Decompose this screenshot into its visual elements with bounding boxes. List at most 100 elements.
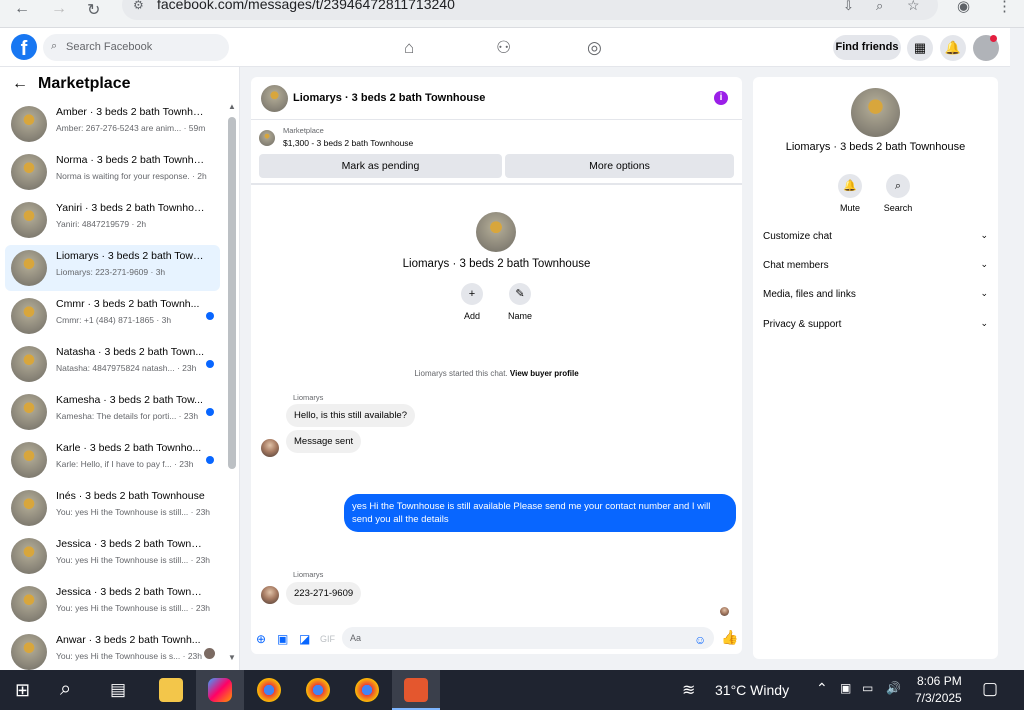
scroll-down-icon[interactable]: ▼ — [228, 653, 236, 662]
sender-avatar[interactable] — [261, 586, 279, 604]
plus-circle-icon[interactable]: ⊕ — [256, 632, 266, 646]
media-files-section[interactable]: Media, files and links ⌄ — [763, 288, 988, 300]
forward-icon[interactable]: → — [51, 0, 67, 18]
center-chat-name: Liomarys · 3 beds 2 bath Townhouse — [402, 258, 591, 270]
friends-icon[interactable]: ⚇ — [496, 38, 511, 58]
emoji-icon[interactable]: ☺ — [694, 633, 706, 647]
chrome-profile-icon[interactable] — [306, 678, 330, 702]
conversation-title: Liomarys · 3 beds 2 bath Town... — [56, 250, 206, 262]
chevron-up-icon[interactable]: ⌃ — [816, 680, 828, 697]
search-input[interactable]: ⌕ Search Facebook — [43, 34, 229, 61]
gif-icon[interactable]: GIF — [320, 634, 335, 644]
listing-thumbnail — [11, 346, 47, 382]
search-action[interactable]: ⌕ Search — [878, 174, 918, 213]
message-bubble[interactable]: Hello, is this still available? — [286, 404, 415, 427]
conversation-title: Inés · 3 beds 2 bath Townhouse — [56, 490, 205, 502]
find-friends-button[interactable]: Find friends — [833, 35, 901, 60]
chat-avatar[interactable] — [261, 85, 288, 112]
message-composer: ⊕ ▣ ◪ GIF Aa ☺ 👍 — [251, 625, 742, 654]
back-arrow-icon[interactable]: ← — [12, 75, 28, 92]
conversation-item[interactable]: Norma · 3 beds 2 bath Townho... Norma is … — [5, 149, 220, 195]
weather-text[interactable]: 31°C Windy — [715, 682, 789, 698]
sticker-icon[interactable]: ◪ — [299, 632, 310, 646]
conversation-title: Kamesha · 3 beds 2 bath Tow... — [56, 394, 203, 406]
menu-dots-icon[interactable]: ⋮ — [997, 0, 1012, 15]
facebook-logo-icon[interactable]: f — [11, 34, 37, 60]
file-explorer-icon[interactable] — [159, 678, 183, 702]
conversation-item[interactable]: Liomarys · 3 beds 2 bath Town... Liomarys… — [5, 245, 220, 291]
chat-title[interactable]: Liomarys · 3 beds 2 bath Townhouse — [293, 92, 485, 104]
add-action[interactable]: + Add — [452, 283, 492, 321]
conversation-item[interactable]: Jessica · 3 beds 2 bath Townho... You: ye… — [5, 581, 220, 627]
mark-pending-button[interactable]: Mark as pending — [259, 154, 502, 178]
conversation-item[interactable]: Jessica · 3 beds 2 bath Townho... You: ye… — [5, 533, 220, 579]
add-label: Add — [463, 311, 480, 321]
conversation-snippet: Yaniri: 4847219579 · 2h — [56, 219, 147, 229]
chat-members-section[interactable]: Chat members ⌄ — [763, 259, 988, 271]
details-name: Liomarys · 3 beds 2 bath Townhouse — [785, 141, 966, 153]
windows-start-icon[interactable]: ⊞ — [15, 680, 30, 701]
clock-time[interactable]: 8:06 PM — [917, 674, 962, 688]
conversation-title: Amber · 3 beds 2 bath Townho... — [56, 106, 206, 118]
message-bubble[interactable]: 223-271-9609 — [286, 582, 362, 605]
privacy-support-section[interactable]: Privacy & support ⌄ — [763, 318, 988, 330]
search-icon[interactable]: ⌕ — [60, 678, 71, 701]
home-icon[interactable]: ⌂ — [404, 38, 414, 58]
install-icon[interactable]: ⇩ — [843, 0, 854, 14]
notifications-icon[interactable]: 🔔 — [940, 35, 966, 61]
chrome-profile-icon[interactable] — [355, 678, 379, 702]
conversation-title: Natasha · 3 beds 2 bath Town... — [56, 346, 205, 358]
listing-thumbnail — [11, 250, 47, 286]
details-avatar[interactable] — [851, 88, 900, 137]
message-input[interactable]: Aa — [342, 627, 714, 649]
conversation-item[interactable]: Karle · 3 beds 2 bath Townho... Karle: He… — [5, 437, 220, 483]
conversation-item[interactable]: Inés · 3 beds 2 bath Townhouse You: yes H… — [5, 485, 220, 531]
listing-price[interactable]: $1,300 - 3 beds 2 bath Townhouse — [283, 138, 413, 148]
zoom-icon[interactable]: ⌕ — [876, 0, 883, 14]
bell-icon: 🔔 — [838, 174, 862, 198]
message-bubble[interactable]: Message sent — [286, 430, 362, 453]
conversation-item[interactable]: Anwar · 3 beds 2 bath Townh... You: yes H… — [5, 629, 220, 670]
bookmark-star-icon[interactable]: ☆ — [907, 0, 920, 14]
name-action[interactable]: ✎ Name — [500, 283, 540, 321]
task-view-icon[interactable]: ▤ — [110, 680, 126, 700]
url-text[interactable]: facebook.com/messages/t/2394647281171324… — [157, 0, 455, 12]
listing-thumbnail[interactable] — [259, 130, 275, 146]
groups-icon[interactable]: ◎ — [587, 38, 602, 58]
unread-dot — [206, 312, 214, 320]
network-icon[interactable]: ▭ — [862, 681, 873, 695]
conversation-item[interactable]: Kamesha · 3 beds 2 bath Tow... Kamesha: T… — [5, 389, 220, 435]
back-icon[interactable]: ← — [14, 0, 30, 18]
scrollbar-thumb[interactable] — [228, 117, 236, 469]
active-app-tab[interactable] — [392, 670, 440, 710]
conversation-item[interactable]: Cmmr · 3 beds 2 bath Townh... Cmmr: +1 (4… — [5, 293, 220, 339]
sender-avatar[interactable] — [261, 439, 279, 457]
weather-icon[interactable]: ≋ — [682, 680, 695, 700]
conversation-item[interactable]: Natasha · 3 beds 2 bath Town... Natasha: … — [5, 341, 220, 387]
pencil-icon: ✎ — [509, 283, 531, 305]
volume-icon[interactable]: 🔊 — [886, 681, 901, 695]
clock-date[interactable]: 7/3/2025 — [915, 691, 962, 705]
info-icon[interactable]: i — [714, 91, 728, 105]
scroll-up-icon[interactable]: ▲ — [228, 102, 236, 111]
copilot-tab[interactable] — [196, 670, 244, 710]
conversation-item[interactable]: Yaniri · 3 beds 2 bath Townhouse Yaniri: … — [5, 197, 220, 243]
meet-icon[interactable]: ▣ — [840, 681, 851, 695]
photo-icon[interactable]: ▣ — [277, 632, 288, 646]
mute-action[interactable]: 🔔 Mute — [830, 174, 870, 213]
more-options-button[interactable]: More options — [505, 154, 734, 178]
chrome-icon[interactable] — [257, 678, 281, 702]
menu-grid-icon[interactable]: ▦ — [907, 35, 933, 61]
thumbs-up-icon[interactable]: 👍 — [721, 629, 738, 646]
sender-name: Liomarys — [293, 393, 324, 402]
view-buyer-profile-link[interactable]: View buyer profile — [510, 369, 579, 378]
conversation-item[interactable]: Amber · 3 beds 2 bath Townho... Amber: 26… — [5, 101, 220, 147]
profile-icon[interactable]: ◉ — [957, 0, 970, 15]
conversation-snippet: Amber: 267-276-5243 are anim... · 59m — [56, 123, 206, 133]
notification-center-icon[interactable]: ▢ — [982, 679, 998, 699]
reload-icon[interactable]: ↻ — [87, 0, 100, 20]
customize-chat-section[interactable]: Customize chat ⌄ — [763, 230, 988, 242]
site-info-icon[interactable]: ⚙ — [133, 0, 144, 12]
conversation-snippet: You: yes Hi the Townhouse is still... · … — [56, 507, 211, 517]
my-message-bubble[interactable]: yes Hi the Townhouse is still available … — [344, 494, 736, 532]
